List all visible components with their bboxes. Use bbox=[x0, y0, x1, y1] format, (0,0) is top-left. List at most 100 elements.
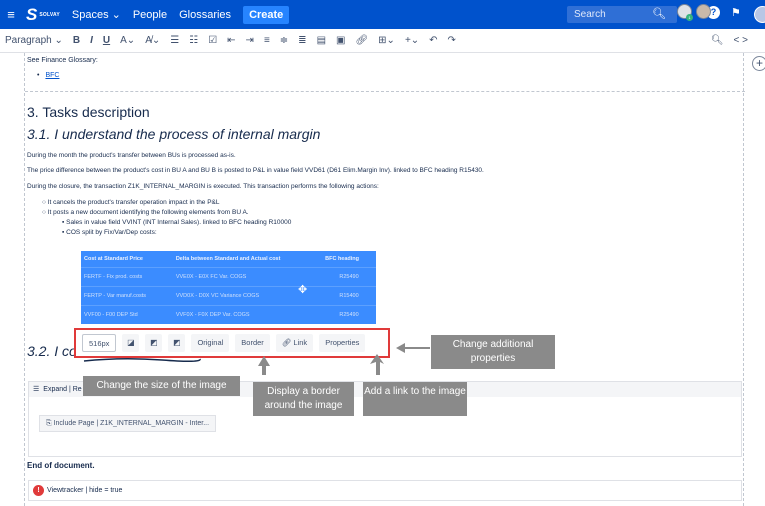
notification-icon[interactable]: ⚑ bbox=[731, 6, 741, 19]
warning-icon: ! bbox=[33, 485, 44, 496]
page-icon: ⎘ bbox=[46, 420, 52, 427]
table-row: VVF00 - F00 DEP Std VVF0X - F0X DEP Var.… bbox=[81, 304, 376, 324]
undo-icon[interactable]: ↶ bbox=[424, 29, 442, 53]
source-icon[interactable]: < > bbox=[729, 29, 753, 53]
outdent-icon[interactable]: ⇤ bbox=[222, 29, 240, 53]
table-cell: VVF00 - F00 DEP Std bbox=[81, 304, 173, 324]
border-button[interactable]: Border bbox=[235, 334, 270, 352]
insert-icon[interactable]: +⌄ bbox=[400, 29, 424, 53]
paragraph-2: The price difference between the product… bbox=[27, 167, 484, 174]
large-size-icon[interactable]: ◩ bbox=[168, 334, 186, 352]
callout-properties: Change additional properties bbox=[431, 335, 555, 369]
table-row: FERTP - Var manuf.costs VVD0X - D0X VC V… bbox=[81, 285, 376, 305]
bold-button[interactable]: B bbox=[68, 29, 85, 53]
table-header: Delta between Standard and Actual cost bbox=[175, 255, 281, 262]
table-cell: VVF0X - F0X DEP Var. COGS bbox=[172, 304, 323, 324]
list-item: ○ It cancels the product's transfer oper… bbox=[42, 199, 220, 206]
clear-format-button[interactable]: A̸⌄ bbox=[140, 29, 165, 53]
table-cell: R15400 bbox=[322, 285, 376, 305]
list-item: ▪ COS split by Fix/Var/Dep costs: bbox=[62, 229, 157, 236]
properties-button[interactable]: Properties bbox=[319, 334, 366, 352]
see-finance-text: See Finance Glossary: bbox=[27, 57, 98, 64]
chevron-down-icon: ⌄ bbox=[111, 9, 121, 21]
small-size-icon[interactable]: ◪ bbox=[122, 334, 140, 352]
editor-toolbar: Paragraph ⌄ B I U A⌄ A̸⌄ ☰ ☷ ☑ ⇤ ⇥ ≡ ≑ ≣… bbox=[0, 29, 765, 53]
toolbar-right: 🔍︎ < > bbox=[706, 29, 753, 53]
italic-button[interactable]: I bbox=[85, 29, 98, 53]
underline-button[interactable]: U bbox=[98, 29, 115, 53]
image-properties-toolbar: 516px ◪ ◩ ◩ Original Border 🔗︎ Link Prop… bbox=[74, 328, 390, 358]
nav-glossaries[interactable]: Glossaries bbox=[179, 9, 231, 21]
task-list-icon[interactable]: ☑ bbox=[203, 29, 222, 53]
nav-people[interactable]: People bbox=[133, 9, 167, 21]
callout-size: Change the size of the image bbox=[83, 376, 240, 396]
link-icon: 🔗︎ bbox=[281, 338, 292, 347]
collaborator-avatar[interactable]: 1 bbox=[677, 4, 693, 21]
end-of-document: End of document. bbox=[27, 461, 95, 470]
link-button-label: Link bbox=[293, 338, 308, 347]
image-icon[interactable]: ▣ bbox=[331, 29, 350, 53]
bfc-list-item: • BFC bbox=[37, 72, 59, 79]
add-collaborator-icon[interactable]: + bbox=[752, 56, 765, 71]
paragraph-1: During the month the product's transfer … bbox=[27, 152, 236, 159]
link-icon[interactable]: 🔗︎ bbox=[350, 29, 373, 53]
table-cell: R25490 bbox=[322, 304, 376, 324]
align-left-icon[interactable]: ≡ bbox=[259, 29, 275, 53]
collaborator-avatar[interactable] bbox=[696, 4, 711, 19]
nav-spaces-label: Spaces bbox=[71, 8, 109, 21]
table-cell: R25490 bbox=[322, 266, 376, 286]
list-item-text: Sales in value field VVINT (INT Internal… bbox=[66, 219, 292, 226]
subsection-heading-3-1: 3.1. I understand the process of interna… bbox=[27, 126, 321, 142]
embedded-image-table[interactable]: Cost at Standard Price Delta between Sta… bbox=[81, 251, 376, 324]
find-icon[interactable]: 🔍︎ bbox=[706, 29, 729, 53]
text-color-button[interactable]: A⌄ bbox=[115, 29, 140, 53]
viewtracker-label: Viewtracker | hide = true bbox=[47, 487, 123, 494]
table-icon[interactable]: ⊞⌄ bbox=[373, 29, 400, 53]
table-row: FERTF - Fix prod. costs VVE0X - E0X FC V… bbox=[81, 266, 376, 286]
list-item: ▪ Sales in value field VVINT (INT Intern… bbox=[62, 219, 292, 226]
create-button[interactable]: Create bbox=[243, 5, 290, 24]
collaborators: 1 bbox=[677, 4, 711, 21]
table-cell: FERTP - Var manuf.costs bbox=[81, 285, 173, 305]
redo-icon[interactable]: ↷ bbox=[443, 29, 461, 53]
table-header-row: Cost at Standard Price Delta between Sta… bbox=[81, 251, 376, 267]
medium-size-icon[interactable]: ◩ bbox=[145, 334, 163, 352]
logo[interactable]: S SOLVAY bbox=[26, 5, 60, 25]
numbered-list-icon[interactable]: ☷ bbox=[184, 29, 203, 53]
expand-icon: ☰ bbox=[33, 386, 40, 393]
paragraph-3: During the closure, the transaction Z1K_… bbox=[27, 183, 379, 190]
list-item: ○ It posts a new document identifying th… bbox=[42, 209, 249, 216]
list-item-text: It posts a new document identifying the … bbox=[47, 209, 249, 216]
align-right-icon[interactable]: ≣ bbox=[293, 29, 311, 53]
bullet-list-icon[interactable]: ☰ bbox=[165, 29, 184, 53]
top-navigation-bar: ≡ S SOLVAY Spaces ⌄ People Glossaries Cre… bbox=[0, 0, 765, 29]
align-center-icon[interactable]: ≑ bbox=[275, 29, 293, 53]
original-size-button[interactable]: Original bbox=[191, 334, 230, 352]
indent-icon[interactable]: ⇥ bbox=[241, 29, 259, 53]
bfc-link[interactable]: BFC bbox=[45, 72, 59, 79]
table-header: Cost at Standard Price bbox=[84, 255, 143, 262]
logo-text: SOLVAY bbox=[39, 11, 60, 18]
expand-label: Expand | Re bbox=[43, 386, 82, 393]
table-header: BFC heading bbox=[325, 255, 360, 262]
search-icon[interactable]: 🔍︎ bbox=[652, 7, 666, 20]
menu-icon[interactable]: ≡ bbox=[0, 7, 22, 22]
table-cell: FERTF - Fix prod. costs bbox=[81, 266, 173, 286]
callout-link: Add a link to the image bbox=[363, 382, 467, 416]
link-button[interactable]: 🔗︎ Link bbox=[275, 334, 314, 352]
include-page-label: Include Page | Z1K_INTERNAL_MARGIN - Int… bbox=[53, 420, 210, 427]
user-avatar[interactable] bbox=[754, 6, 765, 23]
viewtracker-macro[interactable]: ! Viewtracker | hide = true bbox=[28, 480, 742, 501]
editor-content[interactable]: See Finance Glossary: • BFC 3. Tasks desc… bbox=[24, 53, 745, 506]
move-icon[interactable]: ✥ bbox=[298, 283, 307, 296]
callout-border: Display a border around the image bbox=[253, 382, 354, 416]
layout-icon[interactable]: ▤ bbox=[312, 29, 331, 53]
list-item-text: COS split by Fix/Var/Dep costs: bbox=[66, 229, 157, 236]
list-item-text: It cancels the product's transfer operat… bbox=[47, 199, 220, 206]
paragraph-style-dropdown[interactable]: Paragraph ⌄ bbox=[0, 29, 68, 53]
section-divider bbox=[25, 91, 745, 92]
nav-spaces[interactable]: Spaces ⌄ bbox=[71, 8, 121, 22]
image-size-input[interactable]: 516px bbox=[82, 334, 117, 352]
include-page-macro[interactable]: ⎘ Include Page | Z1K_INTERNAL_MARGIN - I… bbox=[39, 415, 217, 432]
logo-s-icon: S bbox=[26, 4, 38, 24]
